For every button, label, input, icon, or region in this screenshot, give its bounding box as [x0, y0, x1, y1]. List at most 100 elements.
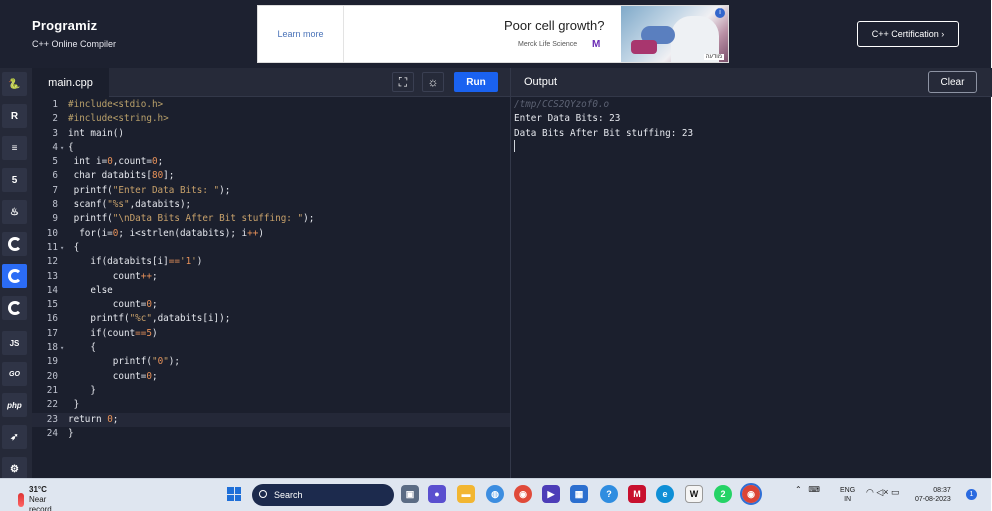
code-line[interactable]: 19 printf("0");: [32, 355, 510, 369]
theme-toggle-sun-icon[interactable]: ☼: [422, 72, 444, 92]
certification-button[interactable]: C++ Certification ›: [857, 21, 959, 47]
code-line[interactable]: 21 }: [32, 384, 510, 398]
javascript-icon[interactable]: JS: [2, 331, 27, 355]
cpp-language-icon[interactable]: [2, 264, 27, 288]
code-line[interactable]: 7 printf("Enter Data Bits: ");: [32, 184, 510, 198]
php-icon[interactable]: php: [2, 393, 27, 417]
cpp-icon-glyph: [7, 269, 22, 283]
console-caret: [514, 140, 515, 152]
go-language-icon[interactable]: GO: [2, 362, 27, 386]
code-text: if(count==5): [68, 327, 158, 339]
fold-toggle-icon[interactable]: ▾: [60, 341, 64, 355]
code-line[interactable]: 24}: [32, 427, 510, 441]
site-header: Programiz C++ Online Compiler Learn more…: [0, 0, 991, 68]
copilot-app-icon[interactable]: ▶: [542, 485, 560, 503]
help-app-icon[interactable]: ?: [600, 485, 618, 503]
r-language-icon[interactable]: R: [2, 104, 27, 128]
mcafee-icon[interactable]: M: [628, 485, 646, 503]
network-app-icon[interactable]: ◍: [486, 485, 504, 503]
code-line[interactable]: 3 int main(): [32, 127, 510, 141]
wifi-volume-battery-icons[interactable]: ◠ ◁× ▭: [866, 487, 900, 498]
code-line[interactable]: 4 ▾ {: [32, 141, 510, 155]
code-area[interactable]: 1 #include<stdio.h> 2 #include<string.h> 3 in…: [32, 98, 510, 441]
c-language-icon[interactable]: [2, 232, 27, 256]
code-line[interactable]: 8 scanf("%s",databits);: [32, 198, 510, 212]
output-console[interactable]: /tmp/CCS2QYzof0.o Enter Data Bits: 23 Da…: [514, 98, 693, 141]
code-line[interactable]: 9 printf("\nData Bits After Bit stuffing…: [32, 212, 510, 226]
java-icon[interactable]: ♨: [2, 200, 27, 224]
code-text: }: [68, 427, 74, 439]
csharp-icon-glyph: [7, 301, 22, 315]
ad-banner[interactable]: Learn more Poor cell growth? Merck Life …: [257, 5, 729, 63]
code-text: int i=0,count=0;: [68, 156, 164, 168]
line-number: 21: [46, 384, 58, 396]
code-line[interactable]: 16 printf("%c",databits[i]);: [32, 312, 510, 326]
line-number: 20: [46, 370, 58, 382]
code-line[interactable]: 22 }: [32, 398, 510, 412]
ad-info-icon[interactable]: i: [715, 8, 725, 18]
line-number: 2: [52, 113, 58, 125]
fold-toggle-icon[interactable]: ▾: [60, 241, 64, 255]
microsoft-store-icon[interactable]: ▦: [570, 485, 588, 503]
system-tray[interactable]: ⌃ ⌨: [795, 485, 820, 494]
windows-start-icon[interactable]: [227, 487, 241, 501]
code-line[interactable]: 11 ▾ {: [32, 241, 510, 255]
teams-chat-icon[interactable]: ●: [428, 485, 446, 503]
task-view-icon[interactable]: ▣: [401, 485, 419, 503]
code-line[interactable]: 18 ▾ {: [32, 341, 510, 355]
line-number: 23: [46, 413, 58, 425]
code-line[interactable]: 2 #include<string.h>: [32, 112, 510, 126]
chrome-active-icon[interactable]: ◉: [740, 483, 762, 505]
fullscreen-icon[interactable]: ⛶: [392, 72, 414, 92]
code-line[interactable]: 12 if(databits[i]=='1'): [32, 255, 510, 269]
python-icon[interactable]: 🐍: [2, 72, 27, 96]
language-indicator[interactable]: ENG IN: [840, 486, 855, 504]
fold-toggle-icon[interactable]: ▾: [60, 141, 64, 155]
code-line[interactable]: 1 #include<stdio.h>: [32, 98, 510, 112]
notification-badge[interactable]: 1: [966, 489, 977, 500]
run-button[interactable]: Run: [454, 72, 498, 92]
line-number: 24: [46, 427, 58, 439]
code-line[interactable]: 15 count=0;: [32, 298, 510, 312]
r-icon-glyph: R: [10, 110, 19, 122]
line-number: 1: [52, 99, 58, 110]
taskbar-search[interactable]: Search: [252, 484, 394, 506]
thermometer-icon: [18, 493, 24, 507]
code-line[interactable]: 23 return 0;: [32, 412, 510, 427]
ad-learn-more[interactable]: Learn more: [258, 6, 344, 62]
code-line[interactable]: 5 int i=0,count=0;: [32, 155, 510, 169]
code-line[interactable]: 17 if(count==5): [32, 327, 510, 341]
ad-headline[interactable]: Poor cell growth?: [504, 18, 604, 33]
html5-icon[interactable]: 5: [2, 168, 27, 192]
code-line[interactable]: 6 char databits[80];: [32, 169, 510, 183]
output-line: Enter Data Bits: 23: [514, 113, 621, 125]
ad-photo-flask: [631, 40, 657, 54]
wikipedia-icon[interactable]: W: [685, 485, 703, 503]
chrome-icon[interactable]: ◉: [514, 485, 532, 503]
code-line[interactable]: 10 for(i=0; i<strlen(databits); i++): [32, 227, 510, 241]
html5-icon-glyph: 5: [11, 174, 18, 186]
line-number: 13: [46, 270, 58, 282]
output-line: Data Bits After Bit stuffing: 23: [514, 127, 694, 139]
code-text: {: [68, 241, 80, 253]
programiz-logo[interactable]: Programiz C++ Online Compiler: [32, 18, 116, 49]
code-line[interactable]: 14 else: [32, 284, 510, 298]
code-text: printf("%c",databits[i]);: [68, 313, 231, 325]
code-text: if(databits[i]=='1'): [68, 256, 203, 268]
whatsapp-icon[interactable]: 2: [714, 485, 732, 503]
code-line[interactable]: 13 count++;: [32, 270, 510, 284]
edge-icon[interactable]: e: [656, 485, 674, 503]
line-number: 17: [46, 327, 58, 339]
line-number: 14: [46, 284, 58, 296]
line-number: 11: [46, 241, 58, 253]
swift-icon[interactable]: ➶: [2, 425, 27, 449]
file-explorer-icon[interactable]: ▬: [457, 485, 475, 503]
sql-icon[interactable]: ≡: [2, 136, 27, 160]
file-tab-main-cpp[interactable]: main.cpp: [32, 68, 109, 97]
code-line[interactable]: 20 count=0;: [32, 370, 510, 384]
rust-icon-glyph: ⚙: [10, 463, 19, 475]
csharp-language-icon[interactable]: [2, 296, 27, 320]
clear-button[interactable]: Clear: [928, 71, 977, 93]
taskbar-clock[interactable]: 08:37 07-08-2023: [915, 486, 951, 504]
code-text: {: [68, 141, 74, 153]
